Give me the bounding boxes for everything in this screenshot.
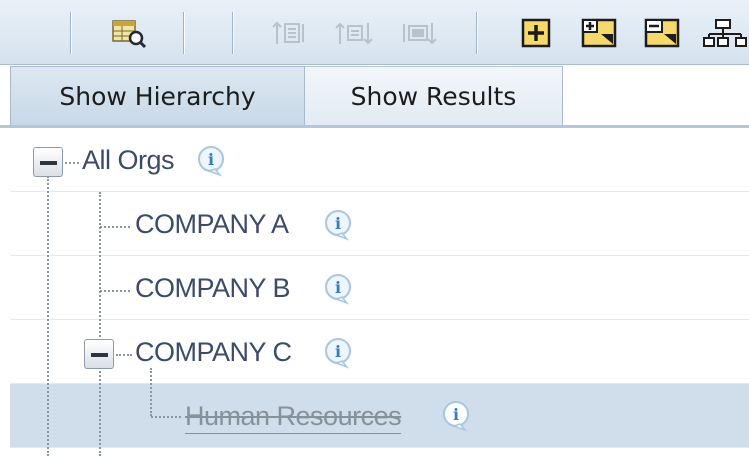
tree-node-all-orgs[interactable]: All Orgs xyxy=(82,145,175,176)
org-tree: All Orgs i COMPANY A i COMPANY B i COMPA… xyxy=(0,128,749,456)
collapse-toggle-icon[interactable] xyxy=(84,339,114,369)
tree-node-company-a[interactable]: COMPANY A xyxy=(135,209,289,240)
info-glyph: i xyxy=(335,278,341,297)
move-level-icon[interactable] xyxy=(330,16,378,50)
tree-connector xyxy=(65,162,79,164)
info-icon[interactable]: i xyxy=(195,145,227,177)
tree-connector xyxy=(100,226,130,228)
move-down-icon[interactable] xyxy=(394,16,442,50)
move-up-icon[interactable] xyxy=(266,16,314,50)
tree-connector xyxy=(150,368,152,416)
tree-connector xyxy=(116,354,132,356)
tab-show-hierarchy[interactable]: Show Hierarchy xyxy=(10,66,305,125)
tree-row xyxy=(10,320,749,384)
info-icon[interactable]: i xyxy=(322,273,354,305)
toolbar-separator xyxy=(476,12,478,54)
tree-row xyxy=(10,256,749,320)
hierarchy-icon[interactable] xyxy=(703,16,749,50)
info-glyph: i xyxy=(335,342,341,361)
remove-node-icon[interactable] xyxy=(640,16,684,50)
info-glyph: i xyxy=(335,214,341,233)
add-node-icon[interactable] xyxy=(516,16,556,50)
tree-connector xyxy=(99,192,101,456)
tree-connector xyxy=(151,416,181,418)
add-child-icon[interactable] xyxy=(577,16,621,50)
tab-show-results[interactable]: Show Results xyxy=(305,66,563,125)
info-glyph: i xyxy=(453,405,459,424)
search-table-icon[interactable] xyxy=(104,16,154,50)
toolbar-separator xyxy=(70,12,72,54)
toolbar-separator xyxy=(232,12,234,54)
view-tabs: Show Hierarchy Show Results xyxy=(0,66,749,128)
toolbar-separator xyxy=(183,12,185,54)
info-glyph: i xyxy=(208,150,214,169)
collapse-toggle-icon[interactable] xyxy=(33,147,63,177)
tree-row xyxy=(10,192,749,256)
tree-node-company-c[interactable]: COMPANY C xyxy=(135,337,292,368)
info-icon[interactable]: i xyxy=(322,337,354,369)
info-icon[interactable]: i xyxy=(322,209,354,241)
info-icon[interactable]: i xyxy=(440,400,472,432)
tree-node-human-resources[interactable]: Human Resources xyxy=(185,401,402,434)
tree-node-company-b[interactable]: COMPANY B xyxy=(135,273,291,304)
tree-connector xyxy=(100,290,130,292)
tree-connector xyxy=(47,176,49,456)
toolbar xyxy=(0,0,749,65)
